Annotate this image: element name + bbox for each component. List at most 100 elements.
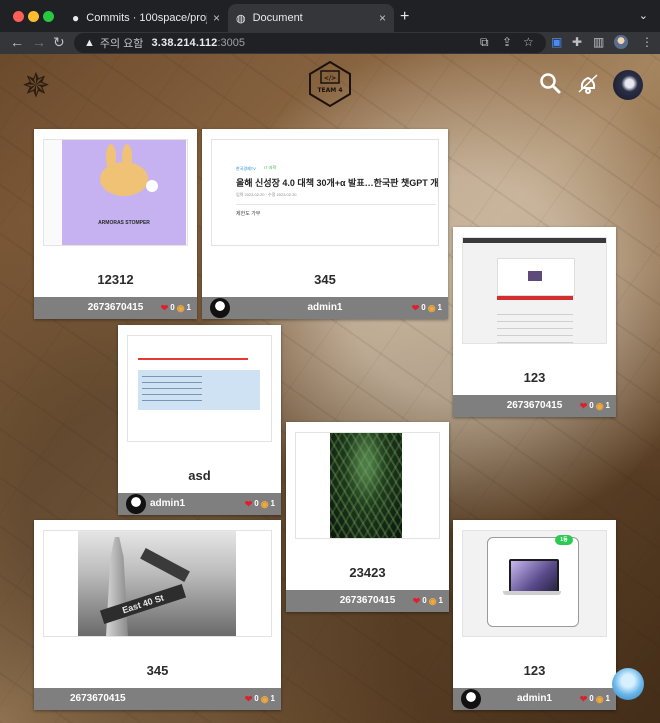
like-count: 0 [421,303,426,312]
share-icon[interactable]: ⇪ [502,35,512,49]
compass-icon[interactable]: ✵ [18,68,54,104]
fern-image [296,433,439,538]
tab-close-icon[interactable]: × [213,11,220,25]
news-headline: 올해 신성장 4.0 대책 30개+α 발표…한국판 챗GPT 개발도 지원 [236,178,439,188]
post-thumbnail[interactable]: ARMORAS STOMPER [43,139,188,246]
post-author[interactable]: 2673670415 [70,688,126,710]
tab-title: Commits · 100space/project2 [86,12,207,24]
like-count: 0 [589,401,594,410]
website-screenshot-image [463,238,606,343]
warning-icon: ▲ [84,37,95,49]
post-card[interactable]: 1등 123 admin1 ❤ 0 ◉ 1 [453,520,616,710]
heart-icon[interactable]: ❤ [413,590,421,612]
author-avatar[interactable] [210,298,230,318]
bookmark-star-icon[interactable]: ☆ [523,35,534,49]
news-article-image: 한국경제TV IT·과학 올해 신성장 4.0 대책 30개+α 발표…한국판 … [212,140,438,245]
address-bar[interactable]: ▲ 주의 요함 3.38.214.112:3005 [74,33,546,53]
post-thumbnail[interactable] [462,237,607,344]
chat-button[interactable] [612,668,644,700]
heart-icon[interactable]: ❤ [161,297,169,319]
extensions-puzzle-icon[interactable]: ✚ [572,35,582,49]
back-button[interactable]: ← [10,34,24,50]
post-footer: 2673670415 ❤ 0 ◉ 1 [286,590,449,612]
city-street-image: East 40 St [44,531,271,636]
forward-button[interactable]: → [32,34,46,50]
tab-close-icon[interactable]: × [379,11,386,25]
tab-bar: ● Commits · 100space/project2 × ◍ Docume… [0,0,660,32]
view-count: 1 [186,303,191,312]
tab-search-icon[interactable]: ⌄ [639,9,648,22]
notification-bell-icon[interactable] [576,72,600,102]
heart-icon[interactable]: ❤ [580,395,588,417]
page-content: ✵ </> TEAM 4 ARMORAS STOMPER 12312 26736… [0,54,660,723]
post-stats: ❤ 0 ◉ 1 [580,395,610,417]
url-port: :3005 [217,37,245,49]
post-card[interactable]: ARMORAS STOMPER 12312 2673670415 ❤ 0 ◉ 1 [34,129,197,319]
tab-document[interactable]: ◍ Document × [228,4,394,32]
news-meta: 입력 2023.02.20 · 수정 2023.02.20 [236,192,297,197]
post-card[interactable]: East 40 St 345 2673670415 ❤ 0 ◉ 1 [34,520,281,710]
rabbit-image: ARMORAS STOMPER [62,140,186,245]
eye-icon: ◉ [428,596,437,606]
like-count: 0 [422,596,427,605]
news-logo: 한국경제TV [236,166,256,171]
globe-icon: ◍ [236,12,246,25]
sidebar-icon[interactable]: ▥ [593,35,604,49]
news-small-text: 제한도 가부 [236,211,261,217]
view-count: 1 [438,596,443,605]
zoom-window-button[interactable] [43,11,54,22]
view-count: 1 [605,401,610,410]
post-title: 12312 [97,272,134,287]
news-tag: IT·과학 [264,165,277,170]
reload-button[interactable]: ↻ [53,34,65,51]
post-stats: ❤ 0 ◉ 1 [161,297,191,319]
post-thumbnail[interactable] [127,335,272,442]
product-badge: 1등 [555,535,573,545]
new-tab-button[interactable]: + [400,8,409,26]
like-count: 0 [254,694,259,703]
post-stats: ❤ 0 ◉ 1 [245,688,275,710]
extension-g-icon[interactable]: ▣ [551,35,562,49]
post-card[interactable]: 23423 2673670415 ❤ 0 ◉ 1 [286,422,449,612]
post-footer: 2673670415 ❤ 0 ◉ 1 [34,297,197,319]
post-card[interactable]: 한국경제TV IT·과학 올해 신성장 4.0 대책 30개+α 발표…한국판 … [202,129,448,319]
post-stats: ❤ 0 ◉ 1 [413,590,443,612]
heart-icon[interactable]: ❤ [412,297,420,319]
post-thumbnail[interactable]: East 40 St [43,530,272,637]
security-warning-text: 주의 요함 [99,38,144,50]
post-card[interactable]: asd admin1 ❤ 0 ◉ 1 [118,325,281,515]
tab-commits[interactable]: ● Commits · 100space/project2 × [64,4,228,32]
logo-mark: </> [324,75,336,82]
like-count: 0 [589,694,594,703]
view-count: 1 [605,694,610,703]
post-author[interactable]: admin1 [150,493,185,515]
user-avatar[interactable] [613,70,643,100]
author-avatar[interactable] [461,689,481,709]
post-footer: admin1 ❤ 0 ◉ 1 [202,297,448,319]
heart-icon[interactable]: ❤ [245,688,253,710]
minimize-window-button[interactable] [28,11,39,22]
post-title: 123 [523,370,546,385]
eye-icon: ◉ [595,401,604,411]
post-stats: ❤ 0 ◉ 1 [245,493,275,515]
eye-icon: ◉ [260,694,269,704]
menu-kebab-icon[interactable]: ⋮ [641,35,653,49]
post-thumbnail[interactable] [295,432,440,539]
translate-icon[interactable]: ⧉ [480,35,489,50]
browser-toolbar: ← → ↻ ▲ 주의 요함 3.38.214.112:3005 ⧉ ⇪ ☆ ▣ … [0,32,660,54]
post-card[interactable]: 123 2673670415 ❤ 0 ◉ 1 [453,227,616,417]
post-stats: ❤ 0 ◉ 1 [412,297,442,319]
post-title: 123 [523,663,546,678]
heart-icon[interactable]: ❤ [245,493,253,515]
search-icon[interactable] [539,72,561,100]
author-avatar[interactable] [126,494,146,514]
post-footer: 2673670415 ❤ 0 ◉ 1 [453,395,616,417]
laptop-product-image: 1등 [463,531,606,636]
post-title: asd [188,468,211,483]
post-thumbnail[interactable]: 1등 [462,530,607,637]
heart-icon[interactable]: ❤ [580,688,588,710]
close-window-button[interactable] [13,11,24,22]
team-logo[interactable]: </> TEAM 4 [306,60,354,108]
profile-avatar-icon[interactable] [614,35,628,49]
post-thumbnail[interactable]: 한국경제TV IT·과학 올해 신성장 4.0 대책 30개+α 발표…한국판 … [211,139,439,246]
